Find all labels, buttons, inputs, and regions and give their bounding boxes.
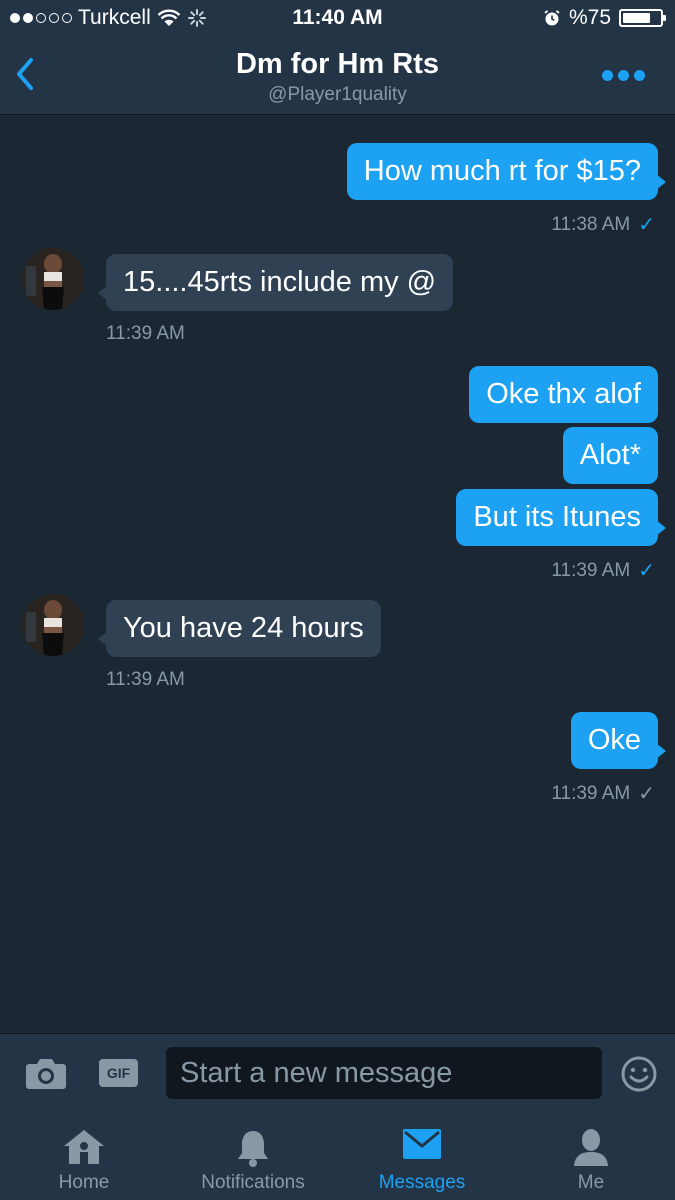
outgoing-message[interactable]: But its Itunes	[456, 489, 666, 546]
conversation-header: Dm for Hm Rts @Player1quality	[0, 38, 675, 115]
emoji-icon[interactable]	[620, 1055, 658, 1093]
message-timestamp: 11:39 AM ✓	[551, 782, 655, 806]
tab-home[interactable]: Home	[0, 1114, 168, 1200]
tab-home-label: Home	[58, 1172, 110, 1193]
status-right: %75	[543, 6, 666, 30]
message-input[interactable]	[166, 1047, 602, 1099]
tab-notifications[interactable]: Notifications	[169, 1114, 337, 1200]
incoming-message[interactable]: You have 24 hours	[98, 600, 381, 657]
message-timestamp: 11:38 AM ✓	[551, 213, 655, 237]
conversation-handle: @Player1quality	[268, 84, 407, 105]
read-check-icon: ✓	[638, 560, 655, 582]
envelope-icon	[403, 1129, 441, 1159]
sent-check-icon: ✓	[638, 783, 655, 805]
battery-icon	[619, 9, 666, 27]
tab-me-label: Me	[577, 1172, 605, 1193]
camera-icon[interactable]	[25, 1056, 67, 1090]
message-timestamp: 11:39 AM	[106, 669, 185, 690]
tab-me[interactable]: Me	[507, 1114, 675, 1200]
gif-button[interactable]: GIF	[99, 1059, 138, 1087]
message-timestamp: 11:39 AM ✓	[551, 559, 655, 583]
more-dots-icon[interactable]	[602, 70, 645, 81]
read-check-icon: ✓	[638, 214, 655, 236]
bell-icon	[238, 1131, 268, 1167]
tab-bar: Home Notifications Messages Me	[0, 1114, 675, 1200]
outgoing-message[interactable]: How much rt for $15?	[346, 143, 667, 200]
avatar[interactable]	[22, 248, 84, 310]
conversation-title: Dm for Hm Rts	[235, 48, 439, 80]
outgoing-message[interactable]: Oke thx alof	[469, 366, 658, 423]
avatar[interactable]	[22, 594, 84, 656]
battery-percent: %75	[568, 6, 611, 29]
person-icon	[574, 1129, 608, 1166]
message-composer: GIF	[0, 1033, 675, 1114]
outgoing-message[interactable]: Oke	[570, 712, 667, 769]
incoming-message[interactable]: 15....45rts include my @	[97, 254, 454, 311]
tab-messages-label: Messages	[378, 1172, 466, 1193]
message-timestamp: 11:39 AM	[106, 323, 185, 344]
home-icon	[64, 1130, 104, 1164]
outgoing-message[interactable]: Alot*	[562, 427, 658, 484]
alarm-clock-icon	[544, 10, 560, 26]
tab-messages[interactable]: Messages	[338, 1114, 506, 1200]
status-bar: Turkcell 11:40 AM %75	[0, 0, 675, 38]
tab-notifications-label: Notifications	[201, 1172, 305, 1193]
